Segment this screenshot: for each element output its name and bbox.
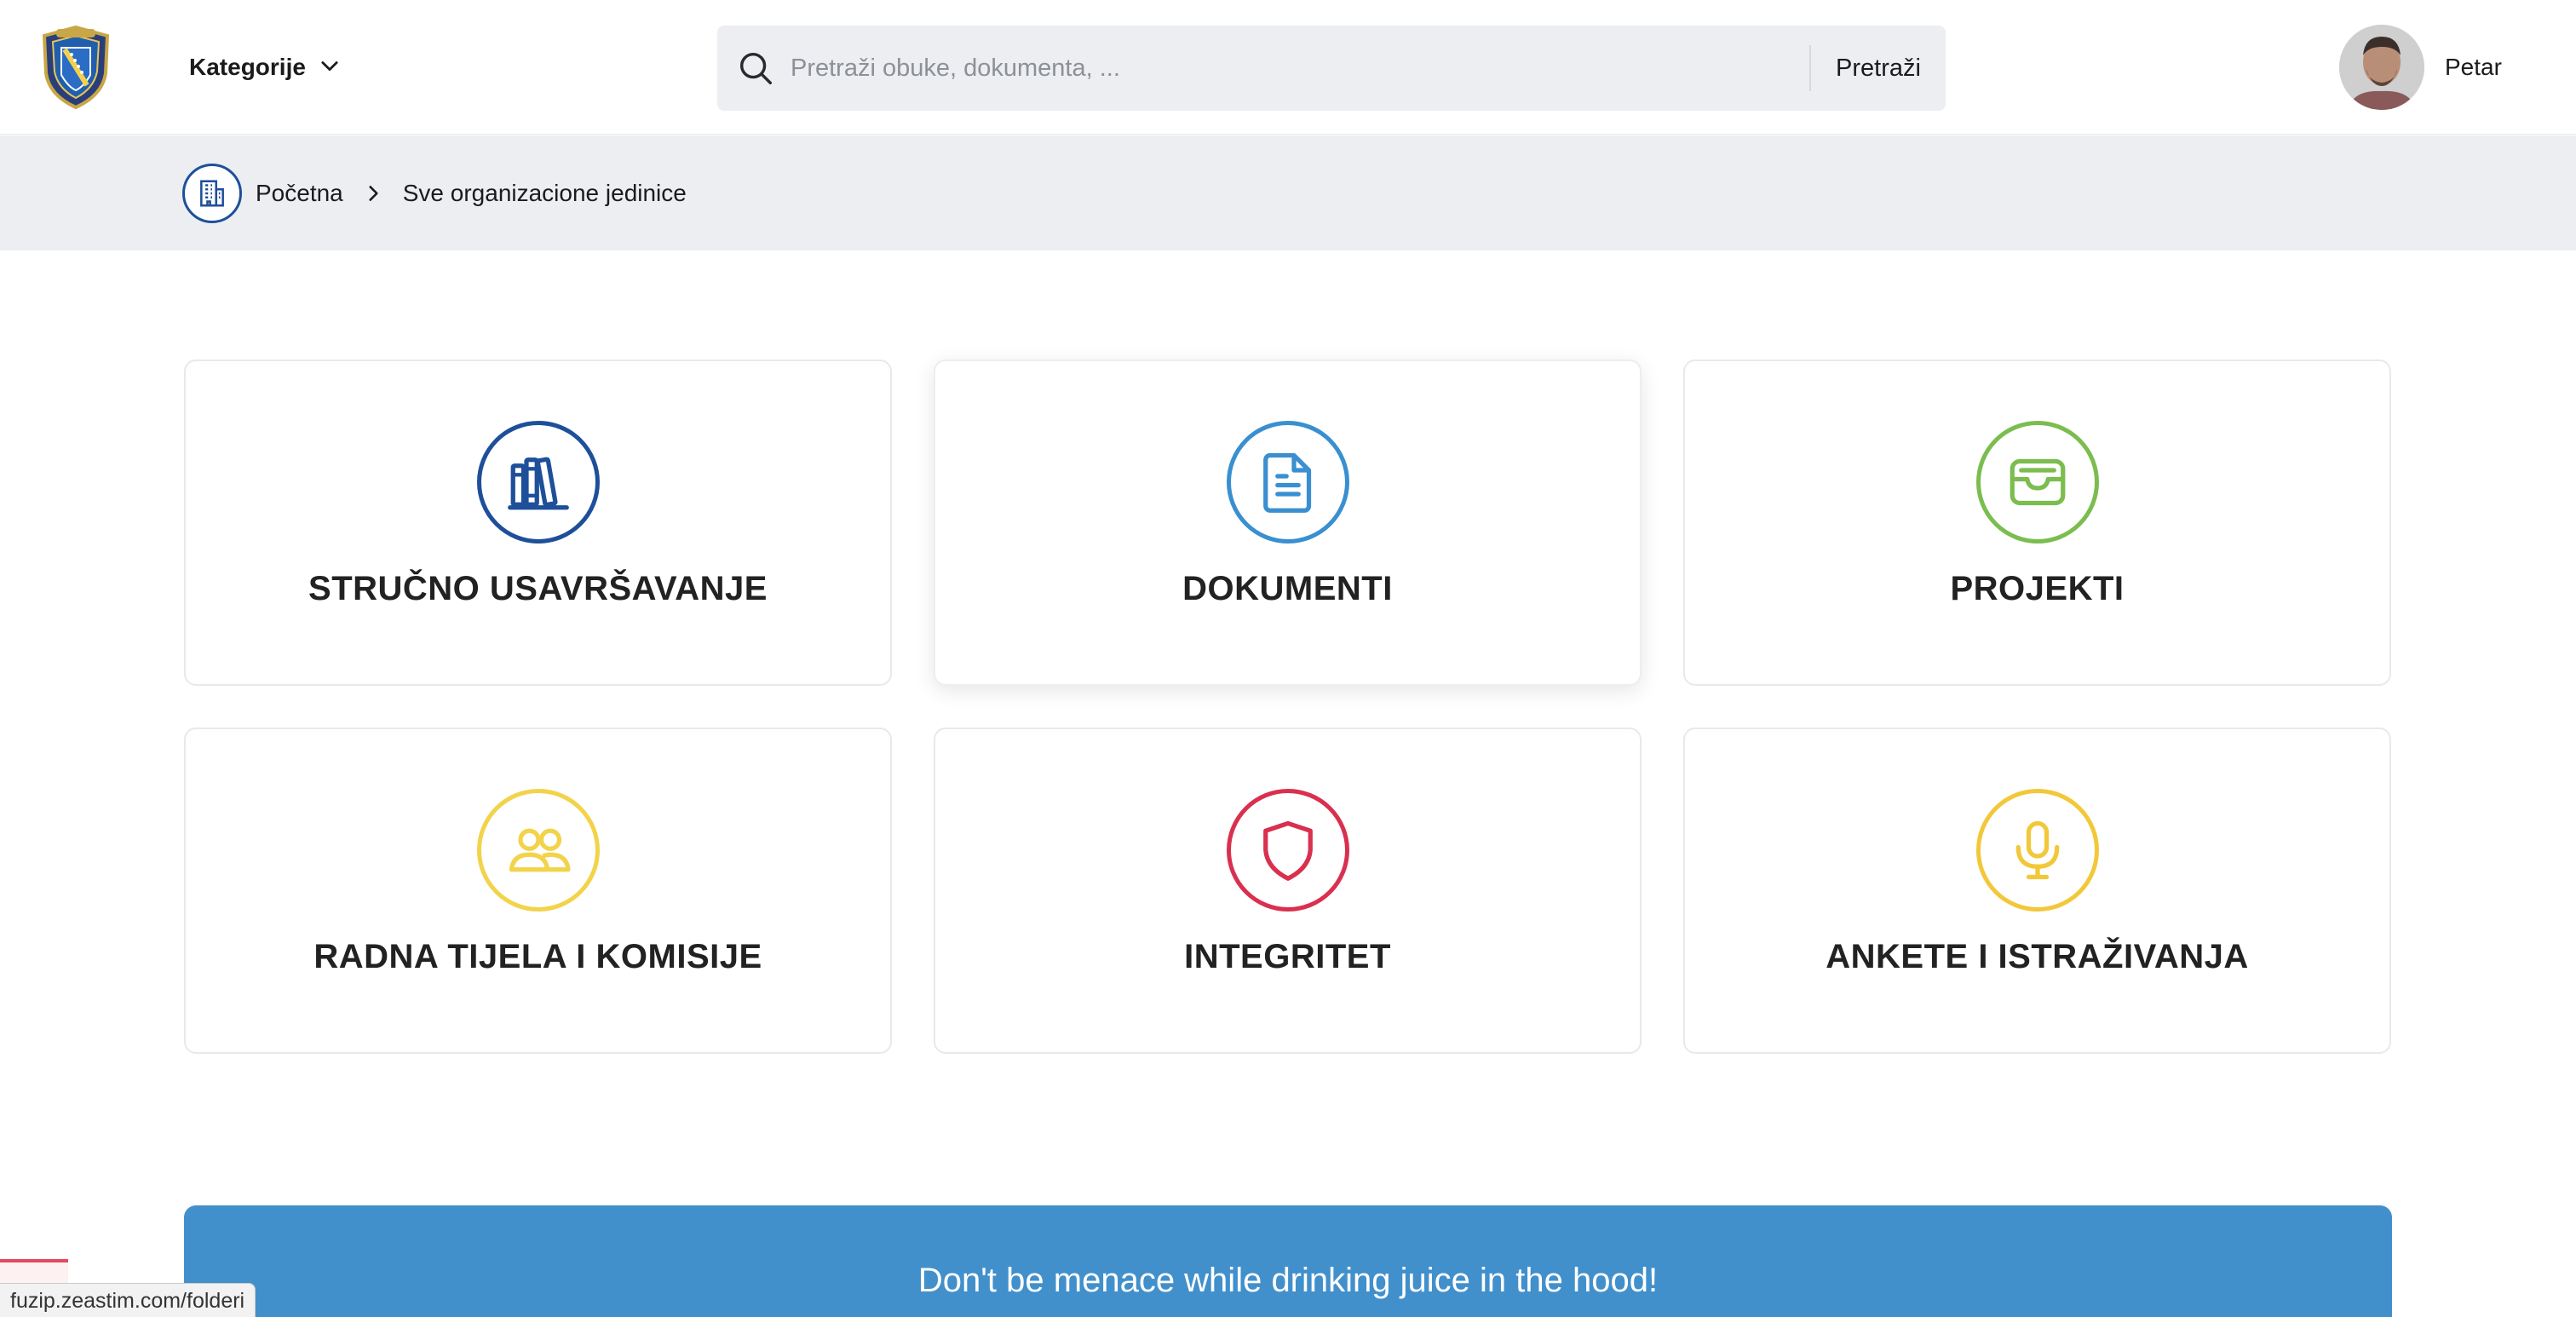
- card-label: INTEGRITET: [1184, 938, 1391, 975]
- card-label: RADNA TIJELA I KOMISIJE: [313, 938, 762, 975]
- card-strucno-usavrsavanje[interactable]: STRUČNO USAVRŠAVANJE: [184, 359, 892, 686]
- user-menu[interactable]: Petar: [2339, 25, 2502, 110]
- document-icon: [1226, 421, 1349, 543]
- card-dokumenti[interactable]: DOKUMENTI: [934, 359, 1642, 686]
- chevron-right-icon: [369, 186, 378, 201]
- banner-text: Don't be menace while drinking juice in …: [917, 1262, 1659, 1299]
- card-radna-tijela-i-komisije[interactable]: RADNA TIJELA I KOMISIJE: [184, 728, 892, 1054]
- card-label: DOKUMENTI: [1182, 570, 1393, 607]
- breadcrumb-home-link[interactable]: Početna: [256, 180, 343, 207]
- shield-icon: [1226, 789, 1349, 912]
- card-ankete-i-istrazivanja[interactable]: ANKETE I ISTRAŽIVANJA: [1683, 728, 2391, 1054]
- user-name: Petar: [2445, 54, 2502, 80]
- breadcrumb-bar: Početna Sve organizacione jedinice: [0, 135, 2576, 250]
- avatar[interactable]: [2339, 25, 2424, 110]
- search-button[interactable]: Pretraži: [1811, 26, 1946, 111]
- breadcrumb-current: Sve organizacione jedinice: [402, 180, 687, 206]
- building-icon: [182, 164, 242, 223]
- search-icon: [739, 52, 772, 84]
- police-badge-logo[interactable]: [39, 24, 112, 111]
- link-preview-status: fuzip.zeastim.com/folderi: [0, 1283, 256, 1317]
- inbox-icon: [1975, 421, 2099, 543]
- card-integritet[interactable]: INTEGRITET: [934, 728, 1642, 1054]
- card-label: STRUČNO USAVRŠAVANJE: [308, 570, 768, 607]
- categories-label: Kategorije: [189, 54, 306, 80]
- card-label: PROJEKTI: [1950, 570, 2125, 607]
- card-label: ANKETE I ISTRAŽIVANJA: [1826, 938, 2249, 975]
- breadcrumb: Početna Sve organizacione jedinice: [182, 164, 687, 223]
- chat-widget-tab[interactable]: [0, 1259, 68, 1285]
- microphone-icon: [1975, 789, 2099, 912]
- books-icon: [476, 421, 600, 543]
- search-input[interactable]: [775, 26, 1809, 111]
- top-navbar: Kategorije Pretraži Petar: [0, 0, 2576, 135]
- search-bar: Pretraži: [717, 26, 1946, 111]
- card-projekti[interactable]: PROJEKTI: [1683, 359, 2391, 686]
- users-icon: [476, 789, 600, 912]
- categories-dropdown[interactable]: Kategorije: [189, 48, 342, 87]
- chevron-down-icon: [318, 54, 342, 82]
- announcement-banner: Don't be menace while drinking juice in …: [184, 1205, 2392, 1317]
